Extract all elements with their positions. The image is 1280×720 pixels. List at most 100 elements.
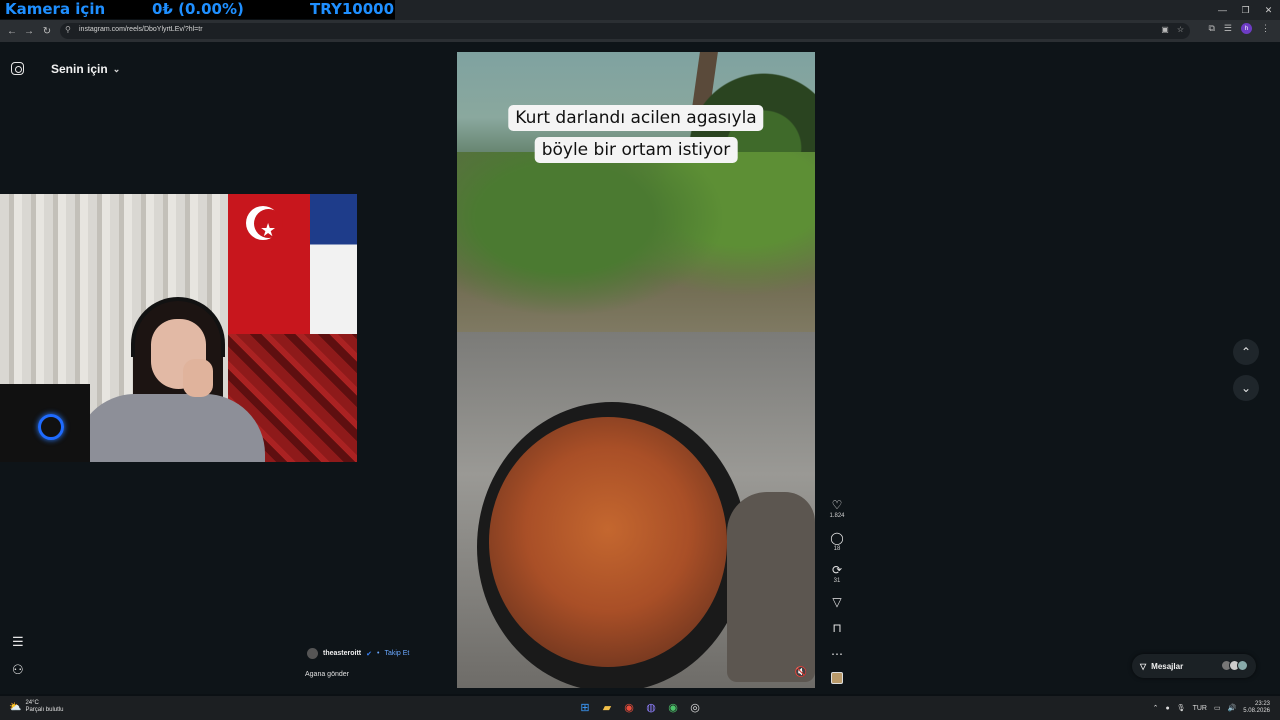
repost-action[interactable]: ⟳ 31 (826, 563, 848, 584)
discord-icon[interactable]: ◍ (644, 700, 658, 714)
reel-video[interactable]: Kurt darlandı acilen agasıyla böyle bir … (457, 52, 815, 688)
start-icon[interactable]: ⊞ (578, 700, 592, 714)
repost-icon[interactable]: ⟳ (826, 563, 848, 577)
restore-button[interactable]: ❐ (1234, 0, 1257, 20)
next-reel-button[interactable]: ⌄ (1233, 375, 1259, 401)
microphone-icon[interactable]: 🎙 (1177, 704, 1186, 712)
minimize-button[interactable]: — (1211, 0, 1234, 20)
flag-star: ★ (260, 220, 277, 240)
weather-description: Parçalı bulutlu (25, 707, 64, 713)
stream-overlay-bar: Kamera için 0₺ (0.00%) TRY10000 (0, 0, 395, 19)
audio-thumbnail[interactable] (831, 672, 843, 684)
microphone-light (38, 414, 64, 440)
network-icon[interactable]: ▭ (1214, 704, 1221, 712)
video-caption: Kurt darlandı acilen agasıyla böyle bir … (508, 105, 764, 169)
share-action[interactable]: ▽ (826, 595, 848, 609)
comment-icon[interactable]: ◯ (826, 531, 848, 545)
overlay-goal: TRY10000 (310, 0, 395, 18)
chevron-up-icon: ⌃ (1240, 345, 1252, 359)
reload-icon[interactable]: ↻ (39, 23, 55, 39)
volume-icon[interactable]: 🔊 (1228, 704, 1237, 712)
date: 5.08.2026 (1243, 708, 1270, 714)
toolbar-extensions: ⧉ ☰ h ⋮ (1208, 23, 1270, 34)
extensions-icon[interactable]: ⧉ (1208, 23, 1214, 34)
file-explorer-icon[interactable]: ▰ (600, 700, 614, 714)
repost-count: 31 (833, 578, 841, 584)
verified-icon: ✔ (366, 650, 372, 658)
browser-titlebar: — ❐ ✕ (395, 0, 1280, 20)
streamer (65, 297, 265, 462)
install-icon[interactable]: ▣ (1161, 25, 1169, 34)
chrome-profile-icon[interactable]: ◉ (666, 700, 680, 714)
screen: Kamera için 0₺ (0.00%) TRY10000 — ❐ ✕ ← … (0, 0, 1280, 720)
chevron-down-icon: ⌄ (1240, 381, 1252, 395)
avatar (1237, 660, 1248, 671)
back-icon[interactable]: ← (4, 23, 20, 39)
headset (131, 297, 225, 357)
system-tray: ⌃ ● 🎙 TUR ▭ 🔊 23:23 5.08.2026 (1153, 701, 1270, 715)
comment-action[interactable]: ◯ 18 (826, 531, 848, 552)
video-rock (727, 492, 815, 682)
caption-line-1: Kurt darlandı acilen agasıyla (508, 105, 764, 131)
omnibox-actions: ▣ ☆ (1161, 25, 1184, 34)
partly-cloudy-icon: ⛅ (9, 701, 22, 713)
like-action[interactable]: ♡ 1.824 (826, 498, 848, 519)
previous-reel-button[interactable]: ⌃ (1233, 339, 1259, 365)
chrome-icon[interactable]: ◉ (622, 700, 636, 714)
tray-overflow-icon[interactable]: ⌃ (1153, 704, 1159, 712)
streamer-hand (183, 359, 213, 397)
instagram-logo-icon[interactable] (11, 62, 24, 75)
profile-icon[interactable]: h (1241, 23, 1252, 34)
reel-author: theasteroitt ✔ • Takip Et (307, 648, 409, 659)
more-icon[interactable]: ⋯ (826, 647, 848, 661)
instagram-page: Senin için ⌄ ★ Kurt darlandı acilen agas… (0, 42, 1280, 694)
url-text[interactable]: instagram.com/reels/DboYlyrtLEv/?hl=tr (79, 26, 203, 33)
hamburger-menu-icon[interactable]: ☰ (12, 634, 24, 650)
taskbar-apps: ⊞ ▰ ◉ ◍ ◉ ◎ (578, 700, 702, 714)
media-icon[interactable]: ☰ (1224, 23, 1232, 34)
caption-line-2: böyle bir ortam istiyor (534, 137, 738, 163)
bookmark-icon[interactable]: ⊓ (826, 621, 848, 635)
messages-label: Mesajlar (1151, 661, 1184, 671)
follow-separator: • (377, 650, 380, 657)
webcam-overlay: ★ (0, 194, 357, 462)
feed-title: Senin için (51, 62, 108, 76)
overlay-donation-amount: 0₺ (0.00%) (152, 0, 244, 18)
time: 23:23 (1254, 701, 1270, 707)
browser-toolbar: ← → ↻ ⚲ instagram.com/reels/DboYlyrtLEv/… (0, 20, 1280, 42)
save-action[interactable]: ⊓ (826, 621, 848, 635)
follow-button[interactable]: Takip Et (384, 650, 409, 657)
author-name[interactable]: theasteroitt (323, 650, 361, 657)
language-indicator[interactable]: TUR (1193, 705, 1207, 712)
streamer-shirt (75, 394, 265, 462)
avatar[interactable] (307, 648, 318, 659)
reel-description: Agana gönder (305, 671, 349, 678)
star-icon[interactable]: ☆ (1177, 25, 1184, 34)
clock[interactable]: 23:23 5.08.2026 (1243, 701, 1270, 715)
menu-icon[interactable]: ⋮ (1261, 23, 1270, 34)
window-controls: — ❐ ✕ (1211, 0, 1280, 20)
volume-icon[interactable]: 🔇 (795, 667, 807, 678)
message-avatars (1221, 660, 1248, 671)
close-button[interactable]: ✕ (1257, 0, 1280, 20)
temperature: 24°C (25, 700, 39, 706)
more-action[interactable]: ⋯ (826, 647, 848, 661)
forward-icon[interactable]: → (21, 23, 37, 39)
heart-icon[interactable]: ♡ (826, 498, 848, 512)
weather-widget[interactable]: ⛅ 24°C Parçalı bulutlu (9, 700, 63, 714)
send-icon: ▽ (1140, 661, 1147, 671)
send-icon[interactable]: ▽ (826, 595, 848, 609)
microphone (0, 384, 90, 462)
more-apps-icon[interactable]: ⚇ (12, 662, 24, 678)
address-bar[interactable]: ⚲ instagram.com/reels/DboYlyrtLEv/?hl=tr… (60, 23, 1190, 39)
chevron-down-icon: ⌄ (112, 63, 121, 74)
like-count: 1.824 (829, 513, 845, 519)
messages-button[interactable]: ▽ Mesajlar (1132, 654, 1256, 678)
recorder-icon[interactable]: ◎ (688, 700, 702, 714)
overlay-camera-label: Kamera için (5, 0, 106, 18)
tray-app-icon[interactable]: ● (1165, 705, 1169, 712)
site-info-icon[interactable]: ⚲ (65, 25, 71, 34)
feed-selector[interactable]: Senin için ⌄ (51, 62, 120, 76)
video-food (489, 417, 727, 667)
comment-count: 18 (833, 546, 841, 552)
